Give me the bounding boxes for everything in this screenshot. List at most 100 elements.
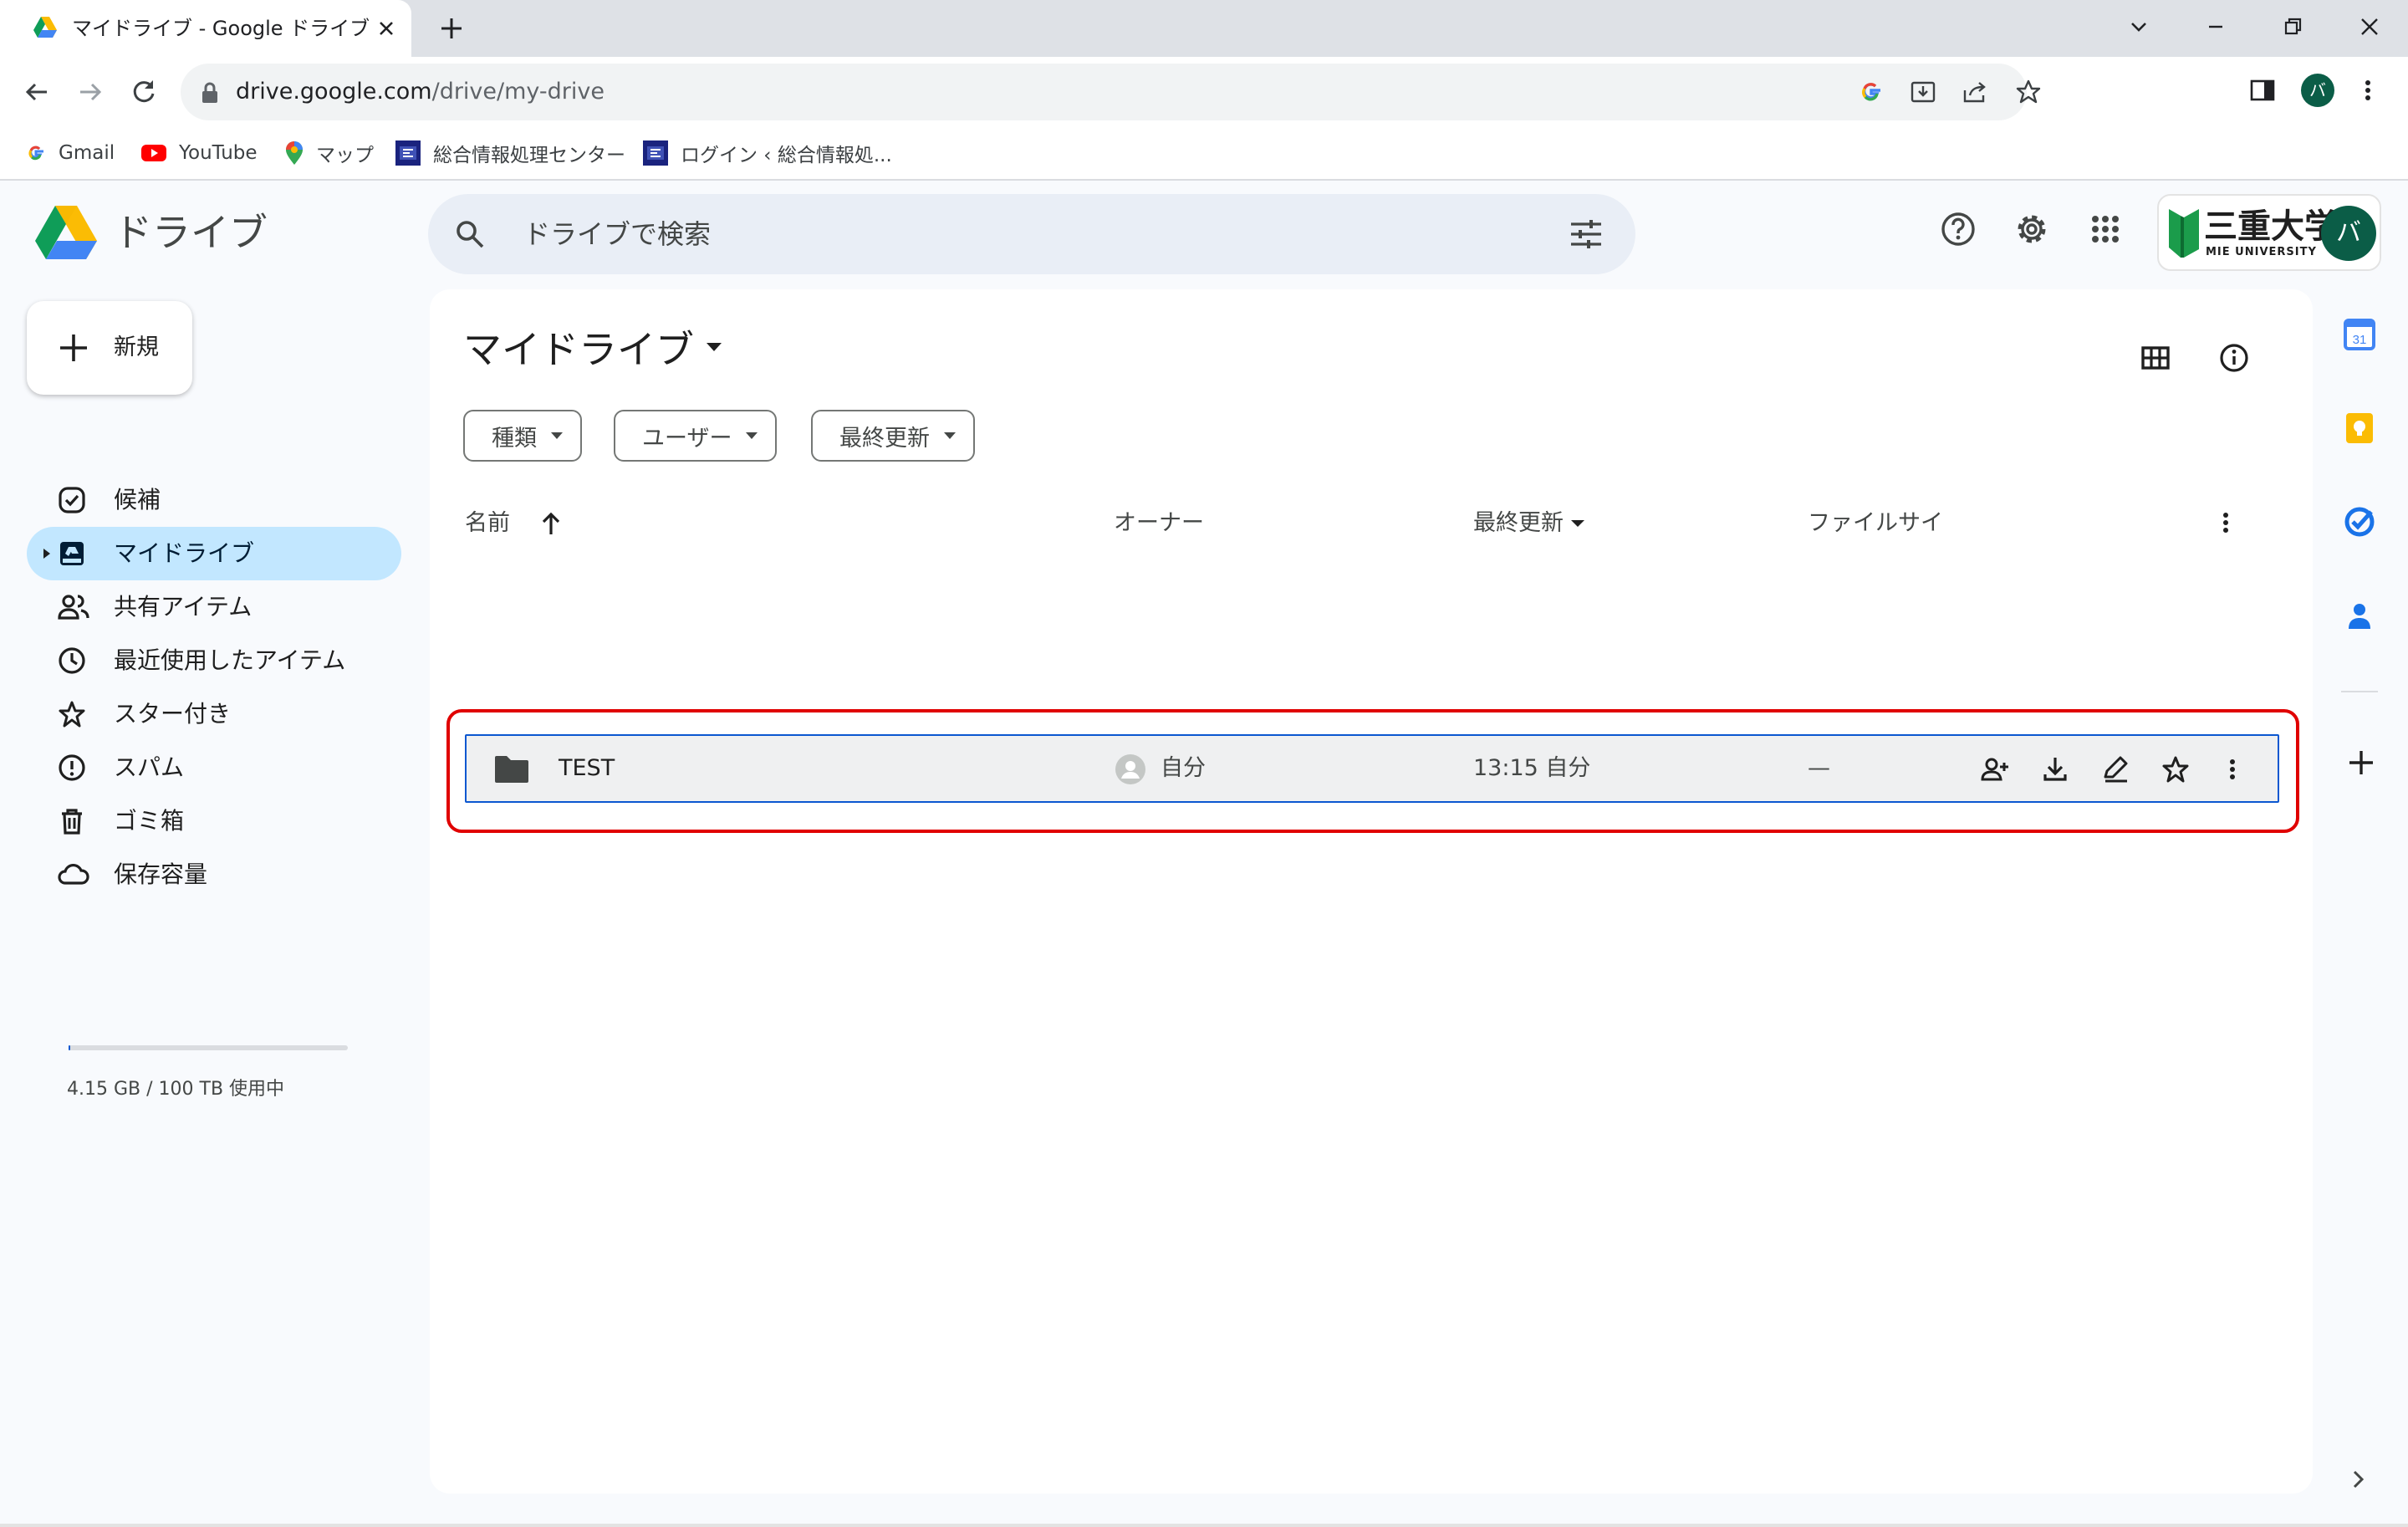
folder-icon [493, 754, 530, 784]
star-icon[interactable] [2161, 754, 2191, 784]
search-bar[interactable]: ドライブで検索 [428, 194, 1635, 274]
keep-icon[interactable] [2343, 411, 2376, 445]
maps-icon [284, 140, 304, 166]
tasks-icon[interactable] [2343, 505, 2376, 539]
calendar-icon[interactable]: 31 [2343, 318, 2376, 351]
new-button[interactable]: 新規 [27, 301, 192, 395]
browser-profile-avatar[interactable]: バ [2301, 74, 2334, 107]
side-panel-icon[interactable] [2247, 75, 2278, 105]
dropdown-caret-icon [550, 432, 564, 440]
tab-title: マイドライブ - Google ドライブ [72, 17, 370, 40]
lock-icon[interactable] [201, 82, 219, 104]
grid-view-icon[interactable] [2139, 341, 2172, 375]
settings-gear-icon[interactable] [2013, 211, 2050, 248]
university-logo-icon [2169, 206, 2202, 259]
drive-favicon-icon [33, 17, 57, 38]
share-icon[interactable] [1962, 79, 1988, 105]
row-file-name[interactable]: TEST [559, 736, 615, 801]
sidebar-item-my-drive[interactable]: マイドライブ [27, 527, 401, 580]
sidebar-item-suggested[interactable]: 候補 [27, 473, 401, 527]
sidebar-item-label: 候補 [114, 486, 161, 513]
contacts-icon[interactable] [2343, 599, 2376, 632]
bookmark-youtube[interactable]: YouTube [140, 127, 258, 179]
search-options-icon[interactable] [1569, 217, 1604, 251]
column-options-more-icon[interactable] [2221, 510, 2231, 535]
side-panel-divider [2341, 691, 2378, 692]
more-actions-icon[interactable] [2227, 754, 2237, 784]
column-header-label: 名前 [465, 510, 510, 536]
account-badge[interactable]: 三重大学 MIE UNIVERSITY バ [2157, 194, 2381, 271]
column-header-modified[interactable]: 最終更新 [1473, 508, 1585, 539]
page-title[interactable]: マイドライブ [463, 319, 722, 375]
sidebar-item-label: マイドライブ [114, 539, 255, 567]
bookmark-label: マップ [316, 145, 374, 166]
share-person-add-icon[interactable] [1980, 754, 2010, 784]
sidebar-item-shared[interactable]: 共有アイテム [27, 580, 401, 634]
owner-avatar-icon [1114, 753, 1147, 786]
org-name: 三重大学 [2204, 207, 2338, 246]
browser-menu-icon[interactable] [2361, 75, 2375, 105]
sidebar-item-storage[interactable]: 保存容量 [27, 848, 401, 901]
rename-pencil-icon[interactable] [2100, 754, 2130, 784]
sort-ascending-arrow-icon[interactable] [540, 511, 562, 536]
browser-tabstrip: マイドライブ - Google ドライブ [0, 0, 2408, 57]
drive-logo-icon[interactable] [35, 206, 97, 261]
search-icon[interactable] [453, 217, 487, 251]
column-header-label: 最終更新 [1473, 510, 1564, 536]
side-panel-toggle-chevron-icon[interactable] [2349, 1467, 2368, 1492]
install-app-icon[interactable] [1910, 79, 1936, 105]
reload-icon[interactable] [127, 75, 161, 109]
bookmark-gmail[interactable]: Gmail [25, 127, 115, 179]
filter-type-chip[interactable]: 種類 [463, 410, 582, 462]
cloud-icon [57, 860, 90, 890]
column-header-size[interactable]: ファイルサイ [1808, 508, 1943, 539]
tab-close-icon[interactable] [375, 17, 398, 40]
address-bar[interactable]: drive.google.com/drive/my-drive [181, 64, 2041, 120]
table-row[interactable]: TEST 自分 13:15 自分 — [465, 734, 2279, 803]
sidebar-item-trash[interactable]: ゴミ箱 [27, 794, 401, 848]
check-circle-icon [57, 485, 87, 515]
bookmark-maps[interactable]: マップ [284, 127, 374, 179]
google-lens-icon[interactable] [1858, 79, 1885, 105]
add-addon-plus-icon[interactable] [2346, 748, 2376, 778]
org-subtitle: MIE UNIVERSITY [2206, 246, 2317, 258]
app-name[interactable]: ドライブ [114, 202, 268, 258]
column-header-owner[interactable]: オーナー [1114, 508, 1204, 539]
new-tab-icon[interactable] [436, 13, 467, 43]
bookmark-info-center[interactable]: 総合情報処理センター [395, 127, 625, 179]
apps-grid-icon[interactable] [2087, 211, 2124, 248]
expand-caret-icon[interactable] [42, 547, 52, 560]
back-arrow-icon[interactable] [20, 75, 54, 109]
sidebar-item-starred[interactable]: スター付き [27, 687, 401, 741]
url-path: /drive/my-drive [431, 79, 605, 105]
tab-search-chevron-icon[interactable] [2124, 12, 2154, 42]
bookmark-star-icon[interactable] [2015, 79, 2042, 105]
forward-arrow-icon[interactable] [74, 75, 107, 109]
trash-icon [57, 806, 87, 836]
account-avatar[interactable]: バ [2321, 206, 2376, 261]
info-icon[interactable] [2217, 341, 2251, 375]
sidebar-item-recent[interactable]: 最近使用したアイテム [27, 634, 401, 687]
search-placeholder[interactable]: ドライブで検索 [523, 194, 711, 274]
url-host: drive.google.com [236, 79, 432, 105]
filter-modified-chip[interactable]: 最終更新 [811, 410, 975, 462]
help-icon[interactable] [1940, 211, 1977, 248]
shared-people-icon [57, 592, 90, 622]
close-window-icon[interactable] [2354, 12, 2385, 42]
row-owner: 自分 [1161, 755, 1206, 781]
row-modified: 13:15 自分 [1473, 755, 1591, 781]
minimize-icon[interactable] [2201, 12, 2231, 42]
download-icon[interactable] [2040, 754, 2070, 784]
restore-icon[interactable] [2278, 12, 2308, 42]
browser-tab[interactable]: マイドライブ - Google ドライブ [0, 0, 411, 57]
column-header-name[interactable]: 名前 [465, 508, 562, 539]
bookmarks-bar: Gmail YouTube マップ 総合情報処理センター ログイン ‹ 総合情報… [0, 127, 2408, 181]
sidebar-item-label: 共有アイテム [114, 593, 253, 621]
storage-usage-text: 4.15 GB / 100 TB 使用中 [67, 1079, 285, 1100]
sidebar-item-spam[interactable]: スパム [27, 741, 401, 794]
url-text[interactable]: drive.google.com/drive/my-drive [236, 64, 605, 120]
bookmark-login[interactable]: ログイン ‹ 総合情報処... [642, 127, 892, 179]
filter-user-chip[interactable]: ユーザー [614, 410, 778, 462]
plus-icon [57, 331, 90, 365]
chip-label: 種類 [492, 425, 537, 452]
